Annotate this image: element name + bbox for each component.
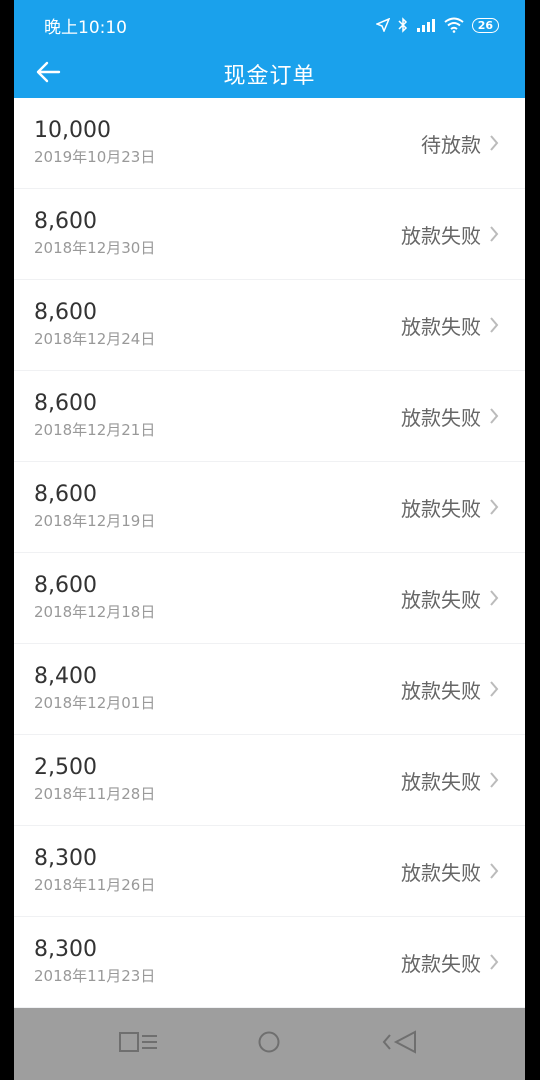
order-status: 待放款 (421, 132, 481, 157)
phone-screen: 晚上10:10 26 现金订单 10,000 2019年10月23日 待放款 8… (14, 0, 525, 1080)
order-status: 放款失败 (401, 314, 481, 339)
order-status-group: 放款失败 (401, 371, 499, 461)
order-status: 放款失败 (401, 405, 481, 430)
order-amount: 8,300 (34, 846, 97, 871)
order-info: 8,300 2018年11月23日 (34, 937, 155, 986)
order-row[interactable]: 8,600 2018年12月24日 放款失败 (14, 280, 525, 370)
order-info: 8,600 2018年12月24日 (34, 300, 155, 349)
bluetooth-icon (398, 17, 408, 33)
arrow-left-icon (35, 61, 61, 87)
order-status: 放款失败 (401, 223, 481, 248)
order-status-group: 放款失败 (401, 826, 499, 916)
order-info: 8,600 2018年12月30日 (34, 209, 155, 258)
system-nav-bar (14, 1008, 525, 1080)
order-info: 2,500 2018年11月28日 (34, 755, 155, 804)
order-amount: 8,300 (34, 937, 97, 962)
order-row[interactable]: 8,300 2018年11月26日 放款失败 (14, 826, 525, 916)
order-status-group: 放款失败 (401, 462, 499, 552)
order-amount: 8,400 (34, 664, 97, 689)
order-amount: 8,600 (34, 300, 97, 325)
status-icons: 26 (375, 17, 499, 33)
menu-icon (119, 1031, 159, 1057)
order-date: 2018年12月01日 (34, 694, 156, 712)
order-date: 2018年12月21日 (34, 421, 156, 439)
order-info: 8,400 2018年12月01日 (34, 664, 155, 713)
chevron-right-icon (489, 589, 499, 607)
order-status-group: 放款失败 (401, 280, 499, 370)
page-title: 现金订单 (223, 64, 316, 89)
order-amount: 10,000 (34, 118, 111, 143)
order-status-group: 放款失败 (401, 189, 499, 279)
order-amount: 2,500 (34, 755, 97, 780)
order-row[interactable]: 8,600 2018年12月21日 放款失败 (14, 371, 525, 461)
order-date: 2018年11月23日 (34, 967, 156, 985)
chevron-right-icon (489, 498, 499, 516)
back-triangle-icon (382, 1030, 418, 1058)
order-status-group: 放款失败 (401, 735, 499, 825)
order-row[interactable]: 8,300 2018年11月23日 放款失败 (14, 917, 525, 1007)
chevron-right-icon (489, 225, 499, 243)
order-status-group: 放款失败 (401, 553, 499, 643)
order-status: 放款失败 (401, 587, 481, 612)
signal-icon (416, 18, 436, 32)
order-row[interactable]: 8,600 2018年12月19日 放款失败 (14, 462, 525, 552)
wifi-icon (444, 17, 464, 33)
order-status-group: 放款失败 (401, 917, 499, 1007)
order-row[interactable]: 8,600 2018年12月30日 放款失败 (14, 189, 525, 279)
order-amount: 8,600 (34, 391, 97, 416)
order-amount: 8,600 (34, 573, 97, 598)
order-date: 2018年12月24日 (34, 330, 156, 348)
order-date: 2019年10月23日 (34, 148, 156, 166)
order-amount: 8,600 (34, 209, 97, 234)
chevron-right-icon (489, 680, 499, 698)
system-back-button[interactable] (370, 1024, 430, 1064)
order-date: 2018年12月30日 (34, 239, 156, 257)
order-row[interactable]: 2,500 2018年11月28日 放款失败 (14, 735, 525, 825)
app-bar: 现金订单 (14, 50, 525, 98)
order-list: 10,000 2019年10月23日 待放款 8,600 2018年12月30日… (14, 98, 525, 1007)
chevron-right-icon (489, 862, 499, 880)
order-status: 放款失败 (401, 769, 481, 794)
order-date: 2018年11月28日 (34, 785, 156, 803)
order-status-group: 待放款 (421, 98, 499, 188)
order-info: 10,000 2019年10月23日 (34, 118, 155, 167)
chevron-right-icon (489, 316, 499, 334)
chevron-right-icon (489, 407, 499, 425)
back-button[interactable] (32, 58, 64, 90)
location-icon (375, 18, 390, 32)
chevron-right-icon (489, 771, 499, 789)
order-info: 8,600 2018年12月21日 (34, 391, 155, 440)
battery-icon: 26 (471, 17, 499, 33)
order-status: 放款失败 (401, 496, 481, 521)
order-row[interactable]: 8,400 2018年12月01日 放款失败 (14, 644, 525, 734)
order-info: 8,600 2018年12月19日 (34, 482, 155, 531)
order-row[interactable]: 10,000 2019年10月23日 待放款 (14, 98, 525, 188)
status-time: 晚上10:10 (44, 17, 127, 38)
home-icon (257, 1030, 281, 1058)
chevron-right-icon (489, 134, 499, 152)
order-status-group: 放款失败 (401, 644, 499, 734)
chevron-right-icon (489, 953, 499, 971)
order-row[interactable]: 8,600 2018年12月18日 放款失败 (14, 553, 525, 643)
order-status: 放款失败 (401, 951, 481, 976)
order-date: 2018年12月18日 (34, 603, 156, 621)
order-status: 放款失败 (401, 860, 481, 885)
order-date: 2018年11月26日 (34, 876, 156, 894)
order-date: 2018年12月19日 (34, 512, 156, 530)
order-amount: 8,600 (34, 482, 97, 507)
recent-apps-button[interactable] (109, 1024, 169, 1064)
order-info: 8,600 2018年12月18日 (34, 573, 155, 622)
status-bar: 晚上10:10 26 (14, 0, 525, 50)
order-info: 8,300 2018年11月26日 (34, 846, 155, 895)
home-button[interactable] (239, 1024, 299, 1064)
order-status: 放款失败 (401, 678, 481, 703)
